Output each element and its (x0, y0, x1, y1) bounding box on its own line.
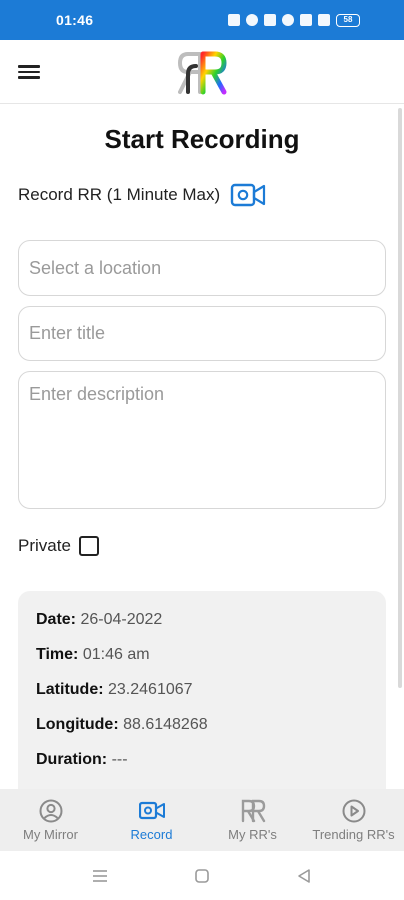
system-nav-bar (0, 851, 404, 900)
info-longitude: Longitude: 88.6148268 (36, 716, 208, 733)
wifi-icon (282, 14, 294, 26)
nav-trending-rrs[interactable]: Trending RR's (303, 789, 404, 851)
play-circle-icon (342, 799, 365, 823)
scrollbar[interactable] (398, 108, 402, 688)
app-bar (0, 40, 404, 104)
back-icon[interactable] (295, 867, 313, 885)
home-icon[interactable] (193, 867, 211, 885)
info-time: Time: 01:46 am (36, 646, 150, 663)
video-camera-icon[interactable] (230, 182, 266, 208)
signal-icon (318, 14, 330, 26)
nav-my-mirror-label: My Mirror (23, 827, 78, 842)
nav-trending-rrs-label: Trending RR's (312, 827, 395, 842)
record-label: Record RR (1 Minute Max) (18, 185, 221, 204)
bottom-nav: My Mirror Record My RR's Trending RR's (0, 789, 404, 851)
nav-my-rrs[interactable]: My RR's (202, 789, 303, 851)
nfc-icon (264, 14, 276, 26)
hamburger-menu-icon[interactable] (18, 62, 44, 82)
location-input[interactable] (18, 240, 386, 296)
page-title: Start Recording (104, 124, 300, 154)
private-checkbox[interactable] (78, 536, 99, 556)
user-circle-icon (39, 799, 62, 823)
info-duration: Duration: --- (36, 751, 128, 768)
info-latitude: Latitude: 23.2461067 (36, 681, 193, 698)
vibrate-icon (228, 14, 240, 26)
nav-record-label: Record (130, 827, 173, 842)
private-row: Private (18, 536, 99, 556)
status-icons: 58 (228, 13, 360, 27)
rr-logo (178, 51, 227, 95)
status-time: 01:46 (56, 12, 94, 28)
nav-record[interactable]: Record (101, 789, 202, 851)
rr-logo-icon (241, 799, 265, 823)
sim-icon (300, 14, 312, 26)
video-camera-icon (138, 801, 165, 820)
description-input[interactable] (18, 371, 386, 509)
battery-icon: 58 (336, 13, 360, 27)
status-bar: 01:46 58 (0, 0, 404, 40)
nav-my-mirror[interactable]: My Mirror (0, 789, 101, 851)
location-icon (246, 14, 258, 26)
info-date: Date: 26-04-2022 (36, 611, 163, 628)
info-card: Date: 26-04-2022 Time: 01:46 am Latitude… (18, 591, 386, 801)
title-input[interactable] (18, 306, 386, 361)
record-row: Record RR (1 Minute Max) (18, 182, 266, 208)
nav-my-rrs-label: My RR's (228, 827, 277, 842)
private-label: Private (18, 536, 71, 555)
recents-icon[interactable] (91, 867, 109, 885)
